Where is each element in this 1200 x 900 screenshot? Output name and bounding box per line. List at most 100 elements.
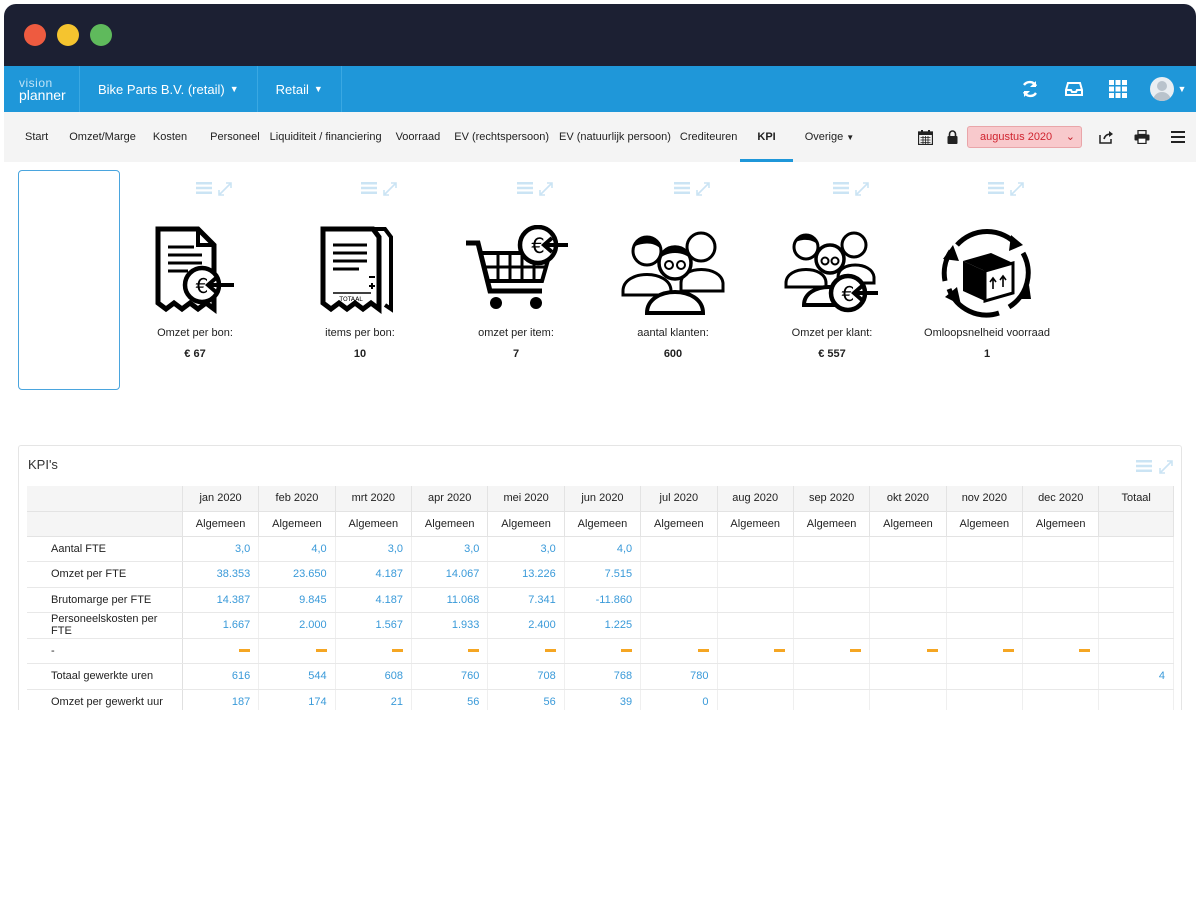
table-cell[interactable]: 9.845 [258,587,336,613]
table-cell[interactable]: 174 [258,689,336,710]
tab-ev-natuurlijk-persoon[interactable]: EV (natuurlijk persoon) [556,112,674,162]
expand-icon[interactable] [383,182,397,196]
table-cell[interactable] [717,612,794,639]
table-cell[interactable] [946,689,1024,710]
table-cell[interactable] [869,638,947,664]
table-cell[interactable]: 4.187 [335,587,413,613]
table-cell[interactable] [1022,587,1100,613]
table-cell[interactable]: 4.187 [335,561,413,588]
table-cell[interactable] [1098,587,1174,613]
tab-omzet-marge[interactable]: Omzet/Marge [62,112,146,162]
widget-menu-icon[interactable] [833,182,849,194]
kpi-card[interactable]: Omloopsnelheid voorraad 1 [912,172,1062,390]
table-cell[interactable]: 13.226 [487,561,565,588]
table-cell[interactable]: 39 [564,689,642,710]
table-cell[interactable] [640,587,718,613]
tab-personeel[interactable]: Personeel [203,112,263,162]
table-cell[interactable]: 3,0 [335,536,413,562]
table-cell[interactable] [1022,612,1100,639]
table-cell[interactable]: 616 [182,663,260,690]
table-cell[interactable] [487,638,565,664]
period-select[interactable]: augustus 2020 ⌄ [967,126,1082,148]
table-cell[interactable] [869,663,947,690]
widget-menu-icon[interactable] [361,182,377,194]
table-cell[interactable] [793,561,871,588]
table-cell[interactable] [946,612,1024,639]
empty-widget[interactable] [18,170,120,390]
widget-menu-icon[interactable] [196,182,212,194]
table-cell[interactable]: 0 [640,689,718,710]
table-cell[interactable] [717,561,794,588]
table-cell[interactable]: 38.353 [182,561,260,588]
company-selector[interactable]: Bike Parts B.V. (retail) ▼ [80,66,258,112]
table-cell[interactable] [717,536,794,562]
table-cell[interactable]: 1.667 [182,612,260,639]
widget-menu-icon[interactable] [517,182,533,194]
expand-icon[interactable] [1159,460,1173,474]
widget-menu-icon[interactable] [988,182,1004,194]
table-cell[interactable] [946,587,1024,613]
apps-grid-icon[interactable] [1096,66,1140,112]
table-cell[interactable]: 3,0 [182,536,260,562]
table-cell[interactable] [182,638,260,664]
segment-selector[interactable]: Retail ▼ [258,66,342,112]
table-cell[interactable] [1022,536,1100,562]
app-logo[interactable]: vision planner [4,66,80,112]
maximize-window-button[interactable] [90,24,112,46]
tab-voorraad[interactable]: Voorraad [389,112,448,162]
table-cell[interactable] [640,638,718,664]
table-cell[interactable] [946,638,1024,664]
table-cell[interactable]: 14.387 [182,587,260,613]
table-cell[interactable] [1022,663,1100,690]
table-cell[interactable] [640,536,718,562]
tab-ev-rechtspersoon[interactable]: EV (rechtspersoon) [447,112,556,162]
minimize-window-button[interactable] [57,24,79,46]
table-cell[interactable] [1098,638,1174,664]
print-icon[interactable] [1124,130,1160,144]
table-cell[interactable] [717,638,794,664]
table-cell[interactable] [1098,561,1174,588]
table-cell[interactable]: 56 [487,689,565,710]
table-cell[interactable] [258,638,336,664]
table-cell[interactable] [1098,689,1174,710]
table-cell[interactable] [717,587,794,613]
table-cell[interactable] [869,689,947,710]
kpi-card[interactable]: € Omzet per klant: € 557 [757,172,907,390]
table-cell[interactable]: 3,0 [411,536,489,562]
kpi-card[interactable]: € omzet per item: 7 [441,172,591,390]
expand-icon[interactable] [696,182,710,196]
refresh-icon[interactable] [1008,66,1052,112]
table-cell[interactable] [946,663,1024,690]
lock-icon[interactable] [943,130,961,144]
table-cell[interactable]: 21 [335,689,413,710]
table-cell[interactable]: 2.400 [487,612,565,639]
table-cell[interactable]: 56 [411,689,489,710]
tab-kpi[interactable]: KPI [740,112,793,162]
table-cell[interactable]: 3,0 [487,536,565,562]
kpi-card[interactable]: TOTAAL items per bon: 10 [285,172,435,390]
expand-icon[interactable] [218,182,232,196]
table-cell[interactable]: 608 [335,663,413,690]
table-cell[interactable]: 187 [182,689,260,710]
table-cell[interactable]: 708 [487,663,565,690]
table-cell[interactable] [793,638,871,664]
table-cell[interactable]: 11.068 [411,587,489,613]
table-cell[interactable]: 7.515 [564,561,642,588]
table-cell[interactable] [869,612,947,639]
table-cell[interactable]: 4,0 [258,536,336,562]
table-cell[interactable]: 760 [411,663,489,690]
kpi-card[interactable]: aantal klanten: 600 [598,172,748,390]
table-cell[interactable]: 4 [1098,663,1174,690]
expand-icon[interactable] [539,182,553,196]
expand-icon[interactable] [855,182,869,196]
table-cell[interactable] [717,663,794,690]
table-cell[interactable] [793,536,871,562]
table-cell[interactable]: 780 [640,663,718,690]
table-cell[interactable]: 7.341 [487,587,565,613]
table-cell[interactable]: 4,0 [564,536,642,562]
table-cell[interactable]: 1.567 [335,612,413,639]
table-cell[interactable] [793,612,871,639]
user-menu[interactable]: ▼ [1140,66,1196,112]
table-cell[interactable]: 23.650 [258,561,336,588]
table-cell[interactable] [1022,561,1100,588]
